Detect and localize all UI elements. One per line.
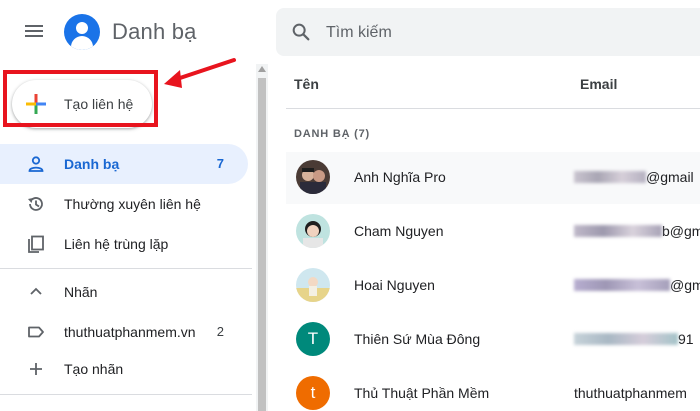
sidebar-item-duplicates[interactable]: Liên hệ trùng lặp (0, 224, 248, 264)
menu-icon[interactable] (22, 22, 46, 42)
sidebar-item-label: Thường xuyên liên hệ (64, 196, 201, 212)
sidebar-item-label: Danh bạ (64, 156, 120, 172)
history-icon (28, 197, 43, 211)
scroll-up-icon[interactable] (258, 66, 266, 72)
chevron-up-icon (30, 287, 42, 295)
create-contact-label: Tạo liên hệ (64, 96, 134, 112)
create-contact-button[interactable]: Tạo liên hệ (12, 80, 152, 128)
table-row[interactable]: T Thiên Sứ Mùa Đông 91 (286, 314, 700, 366)
labels-header[interactable]: Nhãn (0, 272, 248, 312)
contacts-list: Tên Email DANH BẠ (7) Anh Nghĩa Pro @gma… (268, 64, 700, 411)
sidebar-divider (0, 268, 252, 269)
labels-header-label: Nhãn (64, 284, 98, 300)
column-header-name[interactable]: Tên (294, 76, 319, 92)
app-header: Danh bạ (0, 0, 700, 64)
table-row[interactable]: Anh Nghĩa Pro @gmail (286, 152, 700, 204)
contact-email: thuthuatphanmem (574, 385, 687, 401)
avatar: T (296, 322, 330, 356)
contact-name: Thiên Sứ Mùa Đông (354, 331, 481, 347)
avatar (296, 160, 330, 194)
contact-email: b@gm (574, 223, 700, 239)
header-divider (286, 108, 700, 109)
sidebar-divider (0, 394, 252, 395)
sidebar-item-frequent[interactable]: Thường xuyên liên hệ (0, 184, 248, 224)
label-icon (28, 326, 44, 338)
avatar: t (296, 376, 330, 410)
contacts-logo-icon[interactable] (64, 14, 100, 50)
person-icon (28, 156, 44, 172)
contact-name: Anh Nghĩa Pro (354, 169, 446, 185)
sidebar-item-contacts[interactable]: Danh bạ 7 (0, 144, 248, 184)
plus-icon (30, 363, 42, 375)
avatar-letter: T (307, 329, 319, 348)
contact-email: @gm (574, 277, 700, 293)
avatar (296, 268, 330, 302)
avatar-letter: t (310, 383, 316, 402)
plus-icon (26, 94, 46, 114)
app-title: Danh bạ (112, 19, 197, 44)
avatar (296, 214, 330, 248)
sidebar-item-label: Liên hệ trùng lặp (64, 236, 169, 252)
sidebar-scrollbar[interactable] (256, 64, 268, 411)
search-bar[interactable] (276, 8, 700, 56)
contact-name: Hoai Nguyen (354, 277, 435, 293)
scrollbar-thumb[interactable] (258, 78, 266, 411)
contacts-count: 7 (216, 156, 224, 171)
search-input[interactable] (326, 22, 686, 44)
search-icon[interactable] (290, 21, 312, 43)
contact-name: Cham Nguyen (354, 223, 444, 239)
contact-email: @gmail (574, 169, 694, 185)
create-label-button[interactable]: Tạo nhãn (0, 349, 248, 389)
contact-name: Thủ Thuật Phần Mềm (354, 385, 490, 401)
label-count: 2 (216, 324, 224, 339)
table-row[interactable]: Hoai Nguyen @gm (286, 260, 700, 312)
sidebar-item-label: thuthuatphanmem.vn (64, 324, 196, 340)
create-label-label: Tạo nhãn (64, 361, 124, 377)
sidebar-item-label-thuthuatphanmem[interactable]: thuthuatphanmem.vn 2 (0, 312, 248, 352)
section-label: DANH BẠ (7) (294, 128, 371, 140)
column-header-email[interactable]: Email (580, 76, 617, 92)
contact-email: 91 (574, 331, 694, 347)
table-row[interactable]: t Thủ Thuật Phần Mềm thuthuatphanmem (286, 368, 700, 411)
sidebar: Tạo liên hệ Danh bạ 7 Thường xuyên liên … (0, 58, 256, 411)
table-row[interactable]: Cham Nguyen b@gm (286, 206, 700, 258)
annotation-arrow-icon (164, 58, 236, 88)
copy-icon (28, 235, 44, 253)
